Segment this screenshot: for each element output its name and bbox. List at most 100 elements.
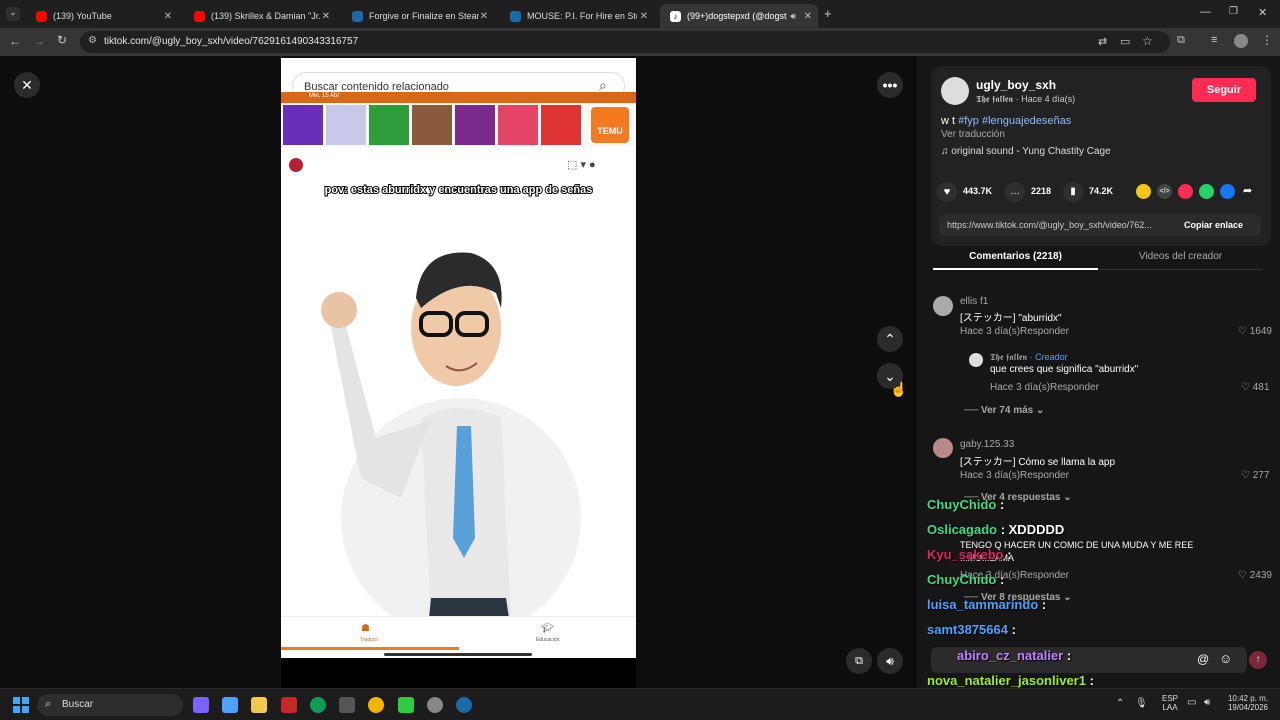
ad-banner[interactable]: TEMU bbox=[281, 103, 636, 147]
author-avatar[interactable] bbox=[941, 77, 969, 105]
us-flag-icon[interactable] bbox=[289, 158, 303, 172]
tray-chevron-icon[interactable]: ⌃ bbox=[1116, 698, 1124, 709]
tab-tiktok[interactable]: ♪ (99+)dogstepxd (@dogstep 🔊︎ ✕ bbox=[660, 4, 818, 28]
emoji-icon[interactable]: ☺ bbox=[1219, 651, 1232, 666]
send-icon[interactable] bbox=[1178, 184, 1193, 199]
tab-creator-videos[interactable]: Videos del creador bbox=[1098, 244, 1263, 270]
embed-icon[interactable]: </> bbox=[1157, 184, 1172, 199]
video-frame[interactable]: Buscar contenido relacionado ⌕ Mie, 15 A… bbox=[281, 58, 636, 688]
whatsapp-icon[interactable] bbox=[1199, 184, 1214, 199]
speaker-icon[interactable]: 🔊︎ bbox=[790, 11, 796, 22]
comment-username[interactable]: ellis f1 bbox=[960, 296, 988, 307]
volume-icon[interactable]: 🔊︎ bbox=[1204, 697, 1210, 708]
close-tab-icon[interactable]: ✕ bbox=[804, 11, 812, 22]
close-window-icon[interactable]: ✕ bbox=[1258, 6, 1267, 19]
close-video-icon[interactable]: ✕ bbox=[14, 72, 40, 98]
app-icon[interactable] bbox=[427, 697, 443, 713]
tab-skrillex[interactable]: (139) Skrillex & Damian "Jr. Gong" ✕ bbox=[184, 4, 336, 28]
coin-icon[interactable] bbox=[1136, 184, 1151, 199]
close-tab-icon[interactable]: ✕ bbox=[640, 11, 648, 22]
volume-icon[interactable]: 🔊︎ bbox=[877, 648, 903, 674]
reply-button[interactable]: Responder bbox=[1020, 470, 1069, 481]
post-comment-button[interactable]: ↑ bbox=[1249, 651, 1267, 669]
edge-icon[interactable] bbox=[310, 697, 326, 713]
translate-icon[interactable]: ⇄ bbox=[1098, 35, 1107, 48]
comment-icon[interactable]: … bbox=[1005, 182, 1025, 202]
restore-icon[interactable]: ❐ bbox=[1229, 6, 1238, 17]
tab-comments[interactable]: Comentarios (2218) bbox=[933, 244, 1098, 270]
comment-like[interactable]: ♡ 277 bbox=[1241, 470, 1269, 481]
back-icon[interactable]: ← bbox=[9, 34, 21, 48]
comment-like[interactable]: ♡ 2439 bbox=[1238, 570, 1272, 581]
file-explorer-icon[interactable] bbox=[251, 697, 267, 713]
share-arrow-icon[interactable]: ➦ bbox=[1243, 184, 1252, 197]
tab-forgive-steam[interactable]: Forgive or Finalize en Steam ✕ bbox=[342, 4, 494, 28]
cast-icon[interactable]: ▭ bbox=[1120, 35, 1130, 48]
mouse-cursor: ☝ bbox=[890, 381, 908, 397]
mention-icon[interactable]: @ bbox=[1197, 652, 1209, 666]
avatar[interactable] bbox=[933, 438, 953, 458]
site-info-icon[interactable]: ⚙ bbox=[88, 35, 97, 46]
bookmark-star-icon[interactable]: ☆ bbox=[1142, 34, 1153, 48]
app-icon[interactable] bbox=[339, 697, 355, 713]
copy-link-button[interactable]: Copiar enlace bbox=[1184, 220, 1243, 230]
app-icon[interactable] bbox=[281, 697, 297, 713]
steam-icon[interactable] bbox=[456, 697, 472, 713]
mini-player-icon[interactable]: ⧉ bbox=[846, 648, 872, 674]
home-indicator bbox=[384, 653, 532, 656]
comment-username[interactable]: gaby.125.33 bbox=[960, 439, 1014, 450]
mic-icon[interactable]: 🎙︎ bbox=[1135, 698, 1148, 709]
more-options-icon[interactable]: ••• bbox=[877, 72, 903, 98]
comment-time: Hace 3 día(s) bbox=[960, 326, 1021, 337]
forward-icon[interactable]: → bbox=[33, 34, 45, 48]
tab-youtube[interactable]: (139) YouTube ✕ bbox=[26, 4, 178, 28]
clock[interactable]: 10:42 p. m. 19/04/2026 bbox=[1222, 694, 1268, 712]
avatar[interactable] bbox=[933, 296, 953, 316]
reply-username[interactable]: 𝕿𝖍𝖊 𝖋𝖆𝖑𝖑𝖊𝖓 · Creador bbox=[990, 352, 1068, 363]
close-tab-icon[interactable]: ✕ bbox=[164, 11, 172, 22]
view-more-replies[interactable]: ── Ver 74 más ⌄ bbox=[964, 405, 1044, 416]
comment-like[interactable]: ♡ 481 bbox=[1241, 382, 1269, 393]
kick-icon[interactable] bbox=[398, 697, 414, 713]
facebook-icon[interactable] bbox=[1220, 184, 1235, 199]
tab-mouse-steam[interactable]: MOUSE: P.I. For Hire en Steam ✕ bbox=[500, 4, 654, 28]
close-tab-icon[interactable]: ✕ bbox=[322, 11, 330, 22]
share-link-text[interactable]: https://www.tiktok.com/@ugly_boy_sxh/vid… bbox=[947, 220, 1152, 230]
education-nav-icon[interactable]: 🎓︎ bbox=[541, 623, 554, 634]
reply-button[interactable]: Responder bbox=[1020, 570, 1069, 581]
reply-button[interactable]: Responder bbox=[1050, 382, 1099, 393]
ad-product-image bbox=[498, 105, 538, 145]
previous-video-icon[interactable]: ⌃ bbox=[877, 326, 903, 352]
minimize-icon[interactable]: — bbox=[1200, 6, 1211, 18]
network-icon[interactable]: ▭ bbox=[1187, 697, 1196, 708]
follow-button[interactable]: Seguir bbox=[1192, 78, 1256, 102]
video-content: Buscar contenido relacionado ⌕ Mie, 15 A… bbox=[281, 58, 636, 658]
new-tab-icon[interactable]: + bbox=[824, 6, 832, 21]
store-icon[interactable] bbox=[222, 697, 238, 713]
sound-line[interactable]: ♫ original sound - Yung Chastity Cage bbox=[941, 146, 1111, 157]
reading-list-icon[interactable]: ≡ bbox=[1211, 34, 1217, 46]
copilot-icon[interactable] bbox=[193, 697, 209, 713]
save-bookmark-icon[interactable]: ▮ bbox=[1063, 182, 1083, 202]
chrome-icon[interactable] bbox=[368, 697, 384, 713]
see-translation-link[interactable]: Ver traducción bbox=[941, 129, 1005, 140]
reload-icon[interactable]: ↻ bbox=[57, 33, 67, 47]
taskbar-search[interactable]: ⌕ Buscar bbox=[37, 694, 183, 716]
author-username[interactable]: ugly_boy_sxh bbox=[976, 78, 1056, 92]
reply-button[interactable]: Responder bbox=[1020, 326, 1069, 337]
language-indicator[interactable]: ESP LAA bbox=[1162, 694, 1178, 712]
avatar[interactable] bbox=[969, 353, 983, 367]
translate-nav-icon[interactable]: ☗ bbox=[361, 623, 370, 634]
comment-like[interactable]: ♡ 1649 bbox=[1238, 326, 1272, 337]
tab-search-icon[interactable]: ⌄ bbox=[6, 7, 20, 21]
url-text[interactable]: tiktok.com/@ugly_boy_sxh/video/762916149… bbox=[104, 36, 358, 47]
hashtag-links[interactable]: #fyp #lenguajedeseñas bbox=[958, 115, 1071, 127]
menu-kebab-icon[interactable]: ⋮ bbox=[1261, 33, 1273, 47]
windows-start-icon[interactable] bbox=[13, 697, 29, 713]
address-bar[interactable]: ⚙ tiktok.com/@ugly_boy_sxh/video/7629161… bbox=[80, 31, 1170, 53]
extensions-icon[interactable]: ⧉ bbox=[1177, 34, 1185, 47]
save-count: 74.2K bbox=[1089, 186, 1114, 196]
like-icon[interactable]: ♥ bbox=[937, 182, 957, 202]
profile-avatar[interactable] bbox=[1234, 34, 1248, 48]
close-tab-icon[interactable]: ✕ bbox=[480, 11, 488, 22]
